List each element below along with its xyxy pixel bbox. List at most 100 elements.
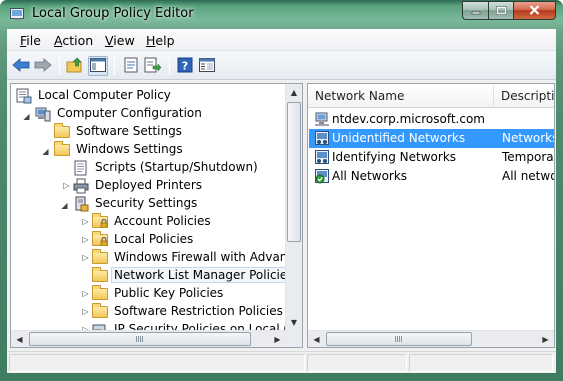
results-list[interactable]: Network Name Description ntdev.corp.micr… bbox=[307, 83, 555, 348]
scroll-thumb[interactable] bbox=[287, 102, 301, 242]
tree-item-security-settings[interactable]: Security Settings bbox=[73, 194, 200, 212]
export-list-button[interactable] bbox=[143, 56, 163, 76]
window-title: Local Group Policy Editor bbox=[32, 6, 194, 21]
properties-icon bbox=[123, 57, 139, 76]
help-icon: ? bbox=[177, 57, 193, 76]
computer-policy-icon bbox=[16, 88, 32, 104]
menu-view[interactable]: View bbox=[105, 33, 135, 48]
list-item[interactable]: ntdev.corp.microsoft.com bbox=[309, 110, 554, 129]
folder-icon bbox=[92, 249, 108, 264]
tree-item-label: Local Policies bbox=[114, 232, 194, 246]
menu-bar: File Action View Help bbox=[7, 29, 556, 51]
tree-item-scripts[interactable]: Scripts (Startup/Shutdown) bbox=[73, 158, 261, 176]
list-item[interactable]: Unidentified Networks Networks t bbox=[309, 129, 554, 148]
close-icon bbox=[529, 4, 540, 18]
show-hide-console-tree-button[interactable] bbox=[88, 56, 108, 76]
tree-item-software-restriction-policies[interactable]: Software Restriction Policies bbox=[92, 302, 286, 320]
scrollbar-corner bbox=[285, 330, 302, 347]
expand-arrow-icon[interactable]: ▷ bbox=[81, 307, 90, 316]
maximize-button[interactable] bbox=[488, 1, 513, 20]
scroll-left-arrow-icon[interactable]: ◀ bbox=[308, 331, 325, 347]
tree-item-label: Network List Manager Policies bbox=[111, 267, 297, 283]
column-header-description[interactable]: Description bbox=[501, 89, 554, 103]
folder-icon bbox=[92, 303, 108, 318]
script-icon bbox=[73, 160, 89, 176]
menu-help[interactable]: Help bbox=[146, 33, 175, 48]
status-segment bbox=[307, 354, 407, 372]
forward-button[interactable] bbox=[33, 56, 53, 76]
tree-item-software-settings[interactable]: Software Settings bbox=[54, 122, 185, 140]
scroll-down-arrow-icon[interactable]: ▼ bbox=[286, 314, 302, 331]
network-name: All Networks bbox=[332, 169, 408, 183]
expand-arrow-icon[interactable]: ▷ bbox=[81, 289, 90, 298]
column-divider[interactable] bbox=[493, 86, 494, 106]
close-button[interactable] bbox=[513, 1, 556, 20]
domain-network-icon bbox=[314, 111, 330, 127]
expand-arrow-icon[interactable]: ▷ bbox=[62, 181, 71, 190]
extended-view-button[interactable] bbox=[197, 56, 217, 76]
folder-lock-icon bbox=[92, 213, 108, 228]
client-area: File Action View Help ? Local Computer P… bbox=[7, 29, 556, 373]
tree-item-label: Software Restriction Policies bbox=[114, 304, 283, 318]
scroll-right-arrow-icon[interactable]: ▶ bbox=[269, 331, 286, 347]
list-header: Network Name Description bbox=[308, 84, 554, 108]
menu-action[interactable]: Action bbox=[54, 33, 93, 48]
app-window: Local Group Policy Editor File Action Vi… bbox=[0, 0, 563, 381]
folder-icon bbox=[92, 267, 108, 282]
title-bar[interactable]: Local Group Policy Editor bbox=[0, 0, 563, 29]
tree-item-label: Public Key Policies bbox=[114, 286, 224, 300]
properties-button[interactable] bbox=[121, 56, 141, 76]
scroll-up-arrow-icon[interactable]: ▲ bbox=[286, 84, 302, 101]
printer-icon bbox=[73, 178, 89, 194]
scroll-thumb[interactable] bbox=[326, 332, 472, 346]
export-list-icon bbox=[144, 57, 162, 76]
collapse-arrow-icon[interactable]: ◢ bbox=[60, 201, 69, 210]
back-button[interactable] bbox=[11, 56, 31, 76]
network-description: Networks t bbox=[502, 131, 555, 145]
tree-item-windows-firewall[interactable]: Windows Firewall with Advanced bbox=[92, 248, 302, 266]
up-one-level-button[interactable] bbox=[65, 56, 85, 76]
tree-item-local-computer-policy[interactable]: Local Computer Policy bbox=[16, 86, 174, 104]
folder-lock-icon bbox=[92, 231, 108, 246]
tree-item-windows-settings[interactable]: Windows Settings bbox=[54, 140, 186, 158]
expand-arrow-icon[interactable]: ▷ bbox=[81, 253, 90, 262]
expand-arrow-icon[interactable]: ▷ bbox=[81, 217, 90, 226]
tree-item-public-key-policies[interactable]: Public Key Policies bbox=[92, 284, 226, 302]
menu-file[interactable]: File bbox=[20, 33, 41, 48]
network-name: ntdev.corp.microsoft.com bbox=[332, 112, 485, 126]
scroll-thumb[interactable] bbox=[29, 332, 251, 346]
tree-vertical-scrollbar[interactable]: ▲ ▼ bbox=[285, 84, 302, 331]
console-tree[interactable]: Local Computer Policy ◢ Computer Configu… bbox=[10, 83, 303, 348]
maximize-icon bbox=[495, 4, 507, 18]
expand-arrow-icon[interactable]: ▷ bbox=[81, 235, 90, 244]
collapse-arrow-icon[interactable]: ◢ bbox=[22, 112, 31, 121]
tree-item-account-policies[interactable]: Account Policies bbox=[92, 212, 214, 230]
status-segment bbox=[409, 354, 553, 372]
back-arrow-icon bbox=[12, 57, 30, 75]
column-header-network-name[interactable]: Network Name bbox=[315, 89, 404, 103]
tree-item-deployed-printers[interactable]: Deployed Printers bbox=[73, 176, 205, 194]
list-item[interactable]: All Networks All networl bbox=[309, 167, 554, 186]
tree-item-local-policies[interactable]: Local Policies bbox=[92, 230, 196, 248]
tree-item-label: Computer Configuration bbox=[57, 106, 202, 120]
scroll-right-arrow-icon[interactable]: ▶ bbox=[537, 331, 554, 347]
folder-icon bbox=[92, 285, 108, 300]
tree-item-label: Account Policies bbox=[114, 214, 211, 228]
svg-text:?: ? bbox=[182, 59, 188, 72]
list-item[interactable]: Identifying Networks Temporary bbox=[309, 148, 554, 167]
toolbar-separator bbox=[59, 56, 60, 75]
group-policy-icon bbox=[10, 7, 26, 21]
forward-arrow-icon bbox=[34, 57, 52, 75]
tree-item-label: Local Computer Policy bbox=[38, 88, 171, 102]
tree-item-label: Windows Settings bbox=[76, 142, 183, 156]
extended-view-icon bbox=[199, 57, 215, 75]
tree-item-network-list-manager-policies[interactable]: Network List Manager Policies bbox=[92, 266, 297, 284]
help-button[interactable]: ? bbox=[175, 56, 195, 76]
collapse-arrow-icon[interactable]: ◢ bbox=[41, 147, 50, 156]
scroll-left-arrow-icon[interactable]: ◀ bbox=[11, 331, 28, 347]
tree-horizontal-scrollbar[interactable]: ◀ ▶ bbox=[11, 330, 286, 347]
minimize-button[interactable] bbox=[462, 1, 488, 20]
minimize-icon bbox=[471, 4, 481, 18]
tree-item-computer-configuration[interactable]: Computer Configuration bbox=[35, 104, 205, 122]
list-horizontal-scrollbar[interactable]: ◀ ▶ bbox=[308, 330, 554, 347]
